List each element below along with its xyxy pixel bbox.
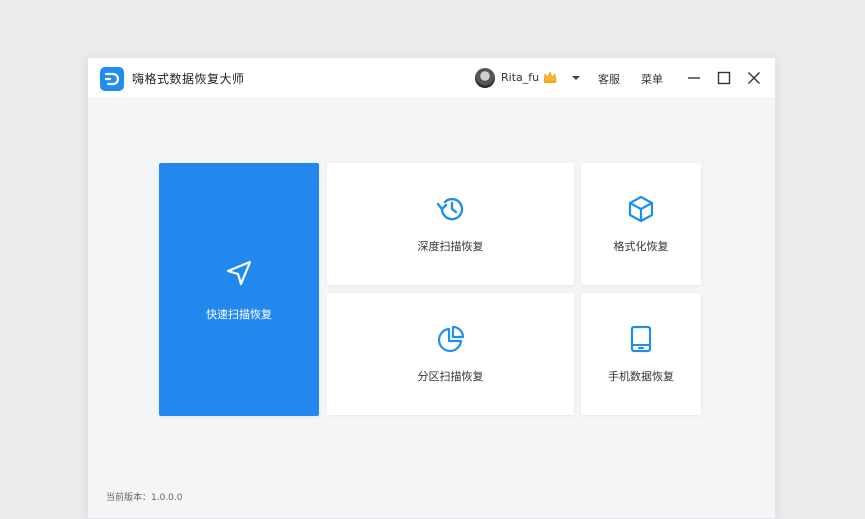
quick-scan-label: 快速扫描恢复: [206, 307, 272, 321]
username[interactable]: Rita_fu: [501, 71, 539, 84]
customer-service-button[interactable]: 客服: [598, 71, 620, 87]
quick-scan-card[interactable]: 快速扫描恢复: [159, 163, 319, 416]
app-logo-icon: [100, 67, 124, 91]
phone-recovery-label: 手机数据恢复: [608, 370, 674, 383]
deep-scan-label: 深度扫描恢复: [417, 240, 484, 253]
partition-scan-card[interactable]: 分区扫描恢复: [327, 293, 574, 415]
chevron-down-icon[interactable]: [571, 71, 581, 85]
phone-recovery-card[interactable]: 手机数据恢复: [581, 293, 701, 415]
vip-crown-icon: [542, 69, 558, 85]
app-window: 嗨格式数据恢复大师 Rita_fu 客服 菜单 快速扫描恢复 深度扫描恢复 格式…: [87, 57, 776, 519]
navigation-arrow-icon: [224, 258, 254, 292]
format-recovery-label: 格式化恢复: [613, 240, 669, 253]
pie-chart-icon: [436, 324, 466, 358]
cube-icon: [626, 194, 656, 228]
partition-scan-label: 分区扫描恢复: [417, 370, 484, 383]
minimize-button[interactable]: [685, 69, 703, 87]
maximize-button[interactable]: [715, 69, 733, 87]
menu-button[interactable]: 菜单: [641, 71, 663, 87]
format-recovery-card[interactable]: 格式化恢复: [581, 163, 701, 285]
title-bar: 嗨格式数据恢复大师 Rita_fu 客服 菜单: [88, 58, 775, 99]
version-text: 当前版本：1.0.0.0: [106, 493, 183, 503]
avatar[interactable]: [475, 68, 495, 88]
tablet-icon: [626, 324, 656, 358]
close-button[interactable]: [745, 69, 763, 87]
app-title: 嗨格式数据恢复大师: [132, 72, 245, 86]
deep-scan-card[interactable]: 深度扫描恢复: [327, 163, 574, 285]
history-clock-icon: [434, 194, 468, 228]
